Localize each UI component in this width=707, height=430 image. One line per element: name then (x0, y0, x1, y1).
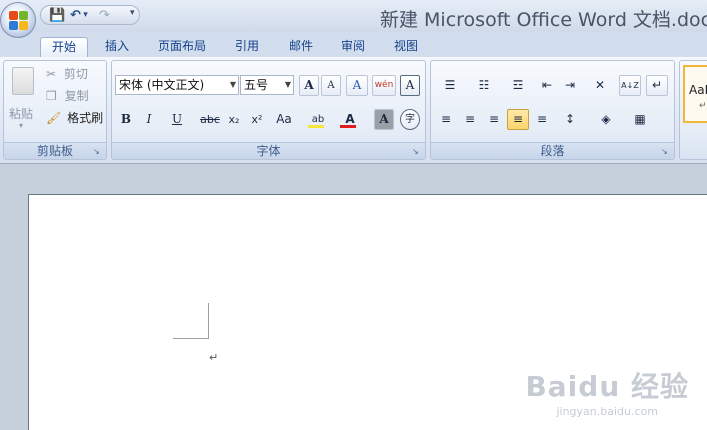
paragraph-launcher-icon[interactable]: ↘ (661, 147, 670, 156)
cut-button[interactable]: ✂ 剪切 (46, 65, 88, 83)
character-shading-button[interactable]: A (374, 109, 394, 130)
clipboard-launcher-icon[interactable]: ↘ (93, 147, 102, 156)
paste-icon (12, 67, 34, 95)
highlight-button[interactable]: ab (304, 109, 332, 130)
subscript-button[interactable]: x₂ (224, 109, 244, 130)
tab-view[interactable]: 视图 (385, 37, 427, 57)
show-marks-button[interactable]: ↵ (646, 75, 668, 96)
format-painter-label: 格式刷 (67, 111, 104, 125)
numbering-button[interactable]: ☷ (469, 75, 499, 96)
style-preview-text: AaB (689, 83, 707, 97)
shrink-font-button[interactable]: A (321, 75, 341, 96)
title-bar: 💾 ↶ ▾ ↷ ▾ 新建 Microsoft Office Word 文档.do… (0, 0, 707, 38)
line-spacing-button[interactable]: ↕ (555, 109, 585, 130)
clipboard-group-label: 剪贴板 (4, 142, 106, 159)
clear-format-button[interactable]: A (346, 75, 368, 96)
center-button[interactable]: ≡ (459, 109, 481, 130)
italic-button[interactable]: I (139, 109, 159, 130)
strikethrough-button[interactable]: abc (198, 109, 222, 130)
font-launcher-icon[interactable]: ↘ (412, 147, 421, 156)
paste-button[interactable]: 粘贴 ▾ (7, 65, 39, 131)
font-name-combo[interactable]: 宋体 (中文正文) ▼ (115, 75, 239, 95)
justify-button[interactable]: ≡ (507, 109, 529, 130)
borders-button[interactable]: ▦ (625, 109, 655, 130)
save-icon[interactable]: 💾 (49, 8, 65, 23)
font-color-label: A (345, 112, 355, 126)
cut-label: 剪切 (63, 67, 88, 81)
font-size-combo[interactable]: 五号 ▼ (240, 75, 294, 95)
brush-icon: 🖌 (46, 111, 62, 125)
enclose-characters-button[interactable]: 字 (400, 109, 420, 130)
tab-insert[interactable]: 插入 (96, 37, 138, 57)
highlight-label: ab (311, 114, 325, 125)
sort-button[interactable]: A↓Z (619, 75, 641, 96)
copy-button[interactable]: ❐ 复制 (46, 87, 89, 105)
ribbon-tabs: 开始 插入 页面布局 引用 邮件 审阅 视图 (0, 32, 707, 57)
grow-font-button[interactable]: A (299, 75, 319, 96)
character-border-button[interactable]: A (400, 75, 420, 96)
font-group: 宋体 (中文正文) ▼ 五号 ▼ A A A wén A B I U abc x… (111, 60, 426, 160)
chinese-layout-button[interactable]: ✕ (585, 75, 615, 96)
document-workspace: ↵ Baidu 经验 jingyan.baidu.com (0, 164, 707, 430)
office-logo-icon (9, 11, 28, 30)
bold-button[interactable]: B (116, 109, 136, 130)
underline-button[interactable]: U (163, 109, 191, 130)
multilevel-list-button[interactable]: ☲ (503, 75, 533, 96)
paragraph-group: ☰ ☷ ☲ ⇤ ⇥ ✕ A↓Z ↵ ≡ ≡ ≡ ≡ ≡ ↕ ◈ ▦ 段落 ↘ (430, 60, 675, 160)
font-size-value: 五号 (244, 78, 269, 92)
change-case-button[interactable]: Aa (270, 109, 298, 130)
phonetic-guide-button[interactable]: wén (372, 75, 396, 96)
undo-dropdown-icon[interactable]: ▾ (81, 8, 90, 23)
font-color-button[interactable]: A (336, 109, 364, 130)
paragraph-group-label: 段落 (431, 142, 674, 159)
watermark-url: jingyan.baidu.com (556, 405, 658, 418)
shading-button[interactable]: ◈ (591, 109, 621, 130)
customize-qat-icon[interactable]: ▾ (130, 8, 135, 18)
font-name-value: 宋体 (中文正文) (119, 78, 205, 92)
tab-home[interactable]: 开始 (40, 37, 88, 57)
tab-review[interactable]: 审阅 (332, 37, 374, 57)
quick-access-toolbar: 💾 ↶ ▾ ↷ (40, 5, 140, 25)
font-color-bar (340, 125, 356, 128)
align-right-button[interactable]: ≡ (483, 109, 505, 130)
redo-icon[interactable]: ↷ (97, 8, 112, 23)
distribute-button[interactable]: ≡ (531, 109, 553, 130)
bullets-button[interactable]: ☰ (435, 75, 465, 96)
office-button[interactable] (0, 2, 36, 38)
tab-mailings[interactable]: 邮件 (280, 37, 322, 57)
baidu-logo: Baidu 经验 (525, 370, 689, 403)
style-preview-mark: ↵ (699, 101, 707, 111)
clipboard-group: 粘贴 ▾ ✂ 剪切 ❐ 复制 🖌 格式刷 剪贴板 ↘ (3, 60, 107, 160)
margin-corner-mark (173, 303, 209, 339)
styles-group: AaB ↵ (679, 60, 707, 160)
format-painter-button[interactable]: 🖌 格式刷 (46, 109, 103, 127)
paste-label: 粘贴 (9, 107, 34, 121)
increase-indent-button[interactable]: ⇥ (560, 75, 580, 96)
copy-label: 复制 (64, 89, 89, 103)
chevron-down-icon: ▼ (284, 80, 291, 89)
font-group-label: 字体 (112, 142, 425, 159)
paragraph-mark: ↵ (209, 351, 219, 364)
copy-icon: ❐ (46, 89, 57, 103)
scissors-icon: ✂ (46, 67, 57, 81)
decrease-indent-button[interactable]: ⇤ (537, 75, 557, 96)
align-left-button[interactable]: ≡ (435, 109, 457, 130)
window-title: 新建 Microsoft Office Word 文档.doc (380, 9, 707, 31)
chevron-down-icon: ▼ (229, 80, 236, 89)
highlight-color-bar (308, 125, 324, 128)
baidu-watermark: Baidu 经验 jingyan.baidu.com (525, 365, 689, 418)
tab-page-layout[interactable]: 页面布局 (150, 37, 214, 57)
tab-references[interactable]: 引用 (226, 37, 268, 57)
superscript-button[interactable]: x² (247, 109, 267, 130)
paste-dropdown-icon: ▾ (19, 121, 24, 130)
style-preview-normal[interactable]: AaB ↵ (683, 65, 707, 123)
ribbon: 粘贴 ▾ ✂ 剪切 ❐ 复制 🖌 格式刷 剪贴板 ↘ 宋体 (中文正文) ▼ 五… (0, 57, 707, 164)
